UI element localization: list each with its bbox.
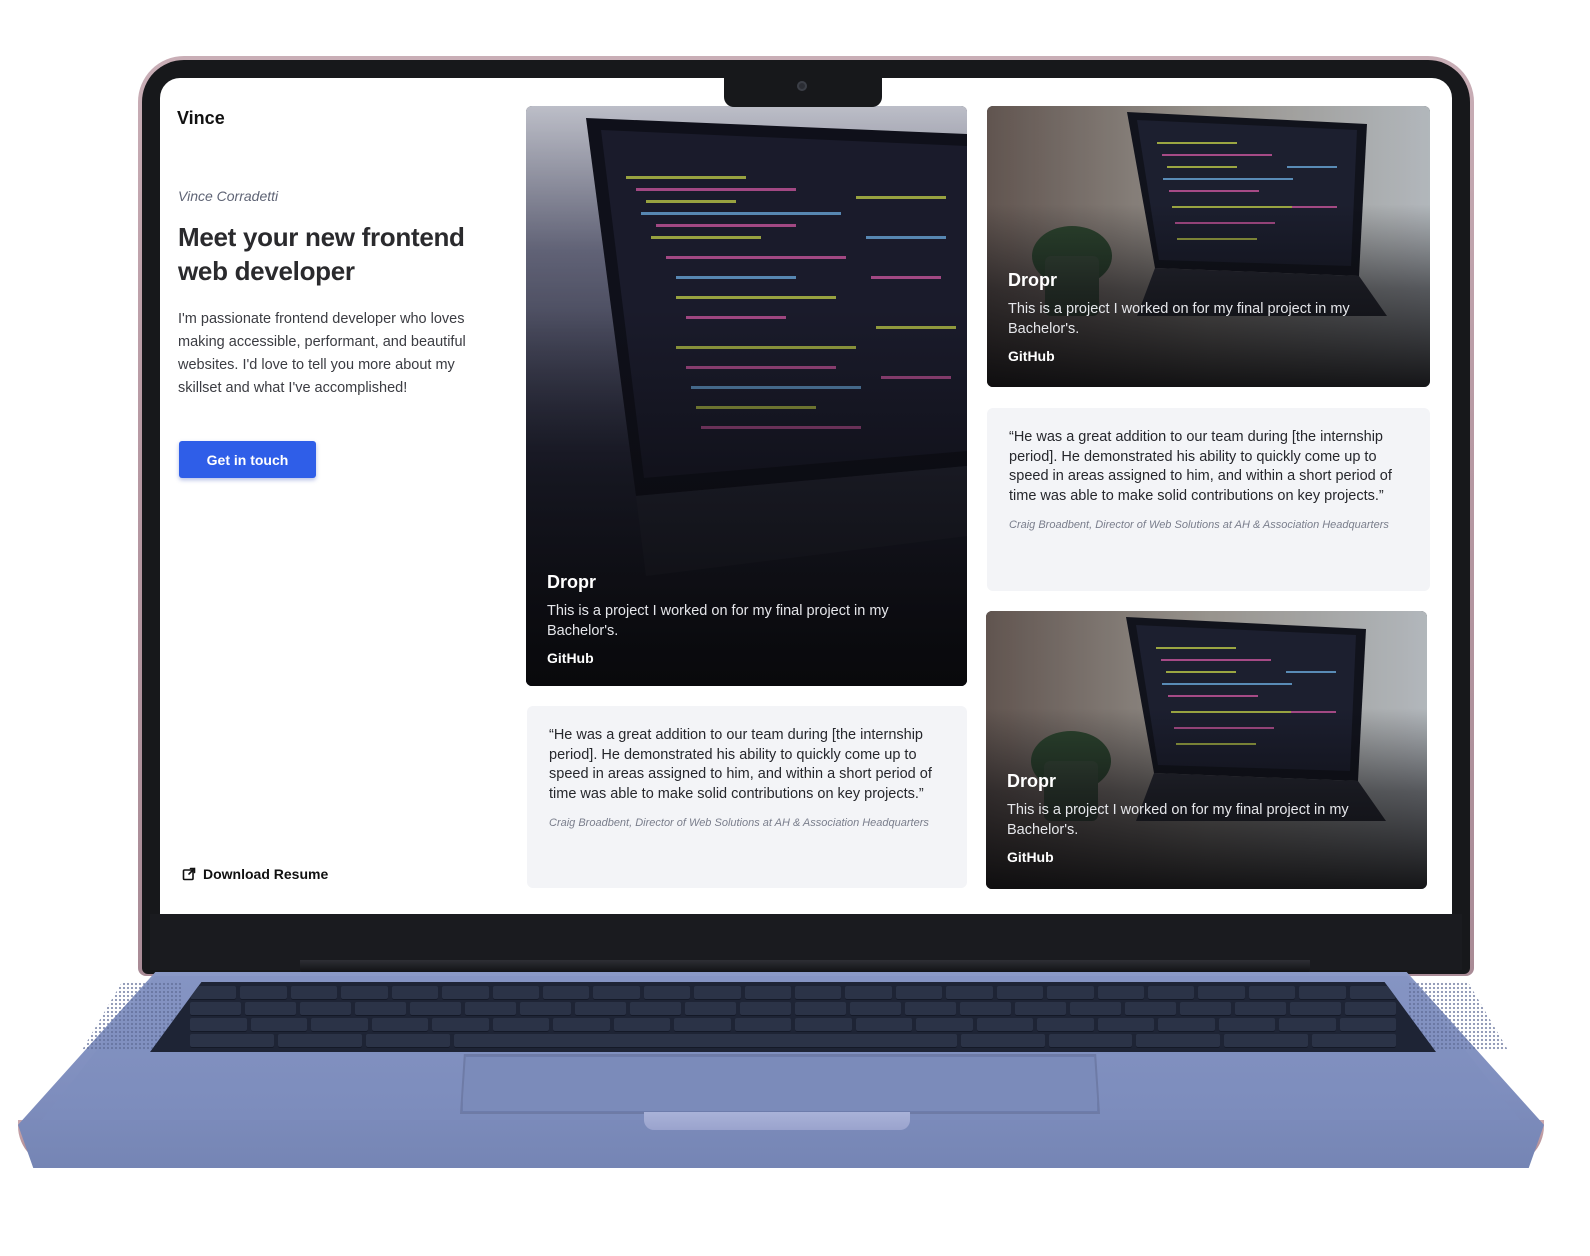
lid-opening-notch <box>644 1112 910 1130</box>
testimonial-quote: “He was a great addition to our team dur… <box>549 727 932 802</box>
project-title: Dropr <box>547 572 596 592</box>
hero-heading: Meet your new frontend web developer <box>178 222 465 286</box>
keyboard-row <box>150 1034 1436 1048</box>
project-github-link[interactable]: GitHub <box>1007 849 1387 865</box>
project-github-link[interactable]: GitHub <box>547 650 927 666</box>
project-description: This is a project I worked on for my fin… <box>547 603 889 639</box>
project-description: This is a project I worked on for my fin… <box>1008 301 1350 337</box>
project-title: Dropr <box>1008 270 1057 290</box>
site-owner-name: Vince Corradetti <box>178 188 279 204</box>
testimonial-card: “He was a great addition to our team dur… <box>987 408 1430 591</box>
project-card[interactable]: Dropr This is a project I worked on for … <box>987 106 1430 387</box>
external-link-icon <box>182 867 196 881</box>
download-resume-link[interactable]: Download Resume <box>182 866 328 882</box>
download-resume-label: Download Resume <box>203 866 329 882</box>
testimonial-card: “He was a great addition to our team dur… <box>527 706 967 888</box>
testimonial-author: Craig Broadbent, Director of Web Solutio… <box>549 817 929 830</box>
keyboard-row <box>150 1002 1436 1016</box>
webcam-icon <box>797 81 807 91</box>
trackpad <box>462 1056 1098 1112</box>
project-info: Dropr This is a project I worked on for … <box>1008 270 1390 364</box>
keyboard-row <box>150 1018 1436 1032</box>
project-title: Dropr <box>1007 771 1056 791</box>
testimonial-quote: “He was a great addition to our team dur… <box>1009 429 1392 504</box>
project-description: This is a project I worked on for my fin… <box>1007 802 1349 838</box>
keyboard <box>150 982 1436 1052</box>
project-info: Dropr This is a project I worked on for … <box>1007 771 1387 865</box>
laptop-hinge <box>300 960 1310 974</box>
project-info: Dropr This is a project I worked on for … <box>547 572 927 666</box>
site-logo[interactable]: Vince <box>177 108 225 129</box>
laptop-screen: Vince Vince Corradetti Meet your new fro… <box>160 78 1452 914</box>
get-in-touch-button[interactable]: Get in touch <box>179 441 316 478</box>
testimonial-author: Craig Broadbent, Director of Web Solutio… <box>1009 519 1389 532</box>
laptop-mockup: Vince Vince Corradetti Meet your new fro… <box>0 0 1590 1256</box>
project-card[interactable]: Dropr This is a project I worked on for … <box>986 611 1427 889</box>
project-github-link[interactable]: GitHub <box>1008 348 1390 364</box>
keyboard-row <box>150 986 1436 1000</box>
hero-description: I'm passionate frontend developer who lo… <box>178 311 466 396</box>
project-card[interactable]: Dropr This is a project I worked on for … <box>526 106 967 686</box>
